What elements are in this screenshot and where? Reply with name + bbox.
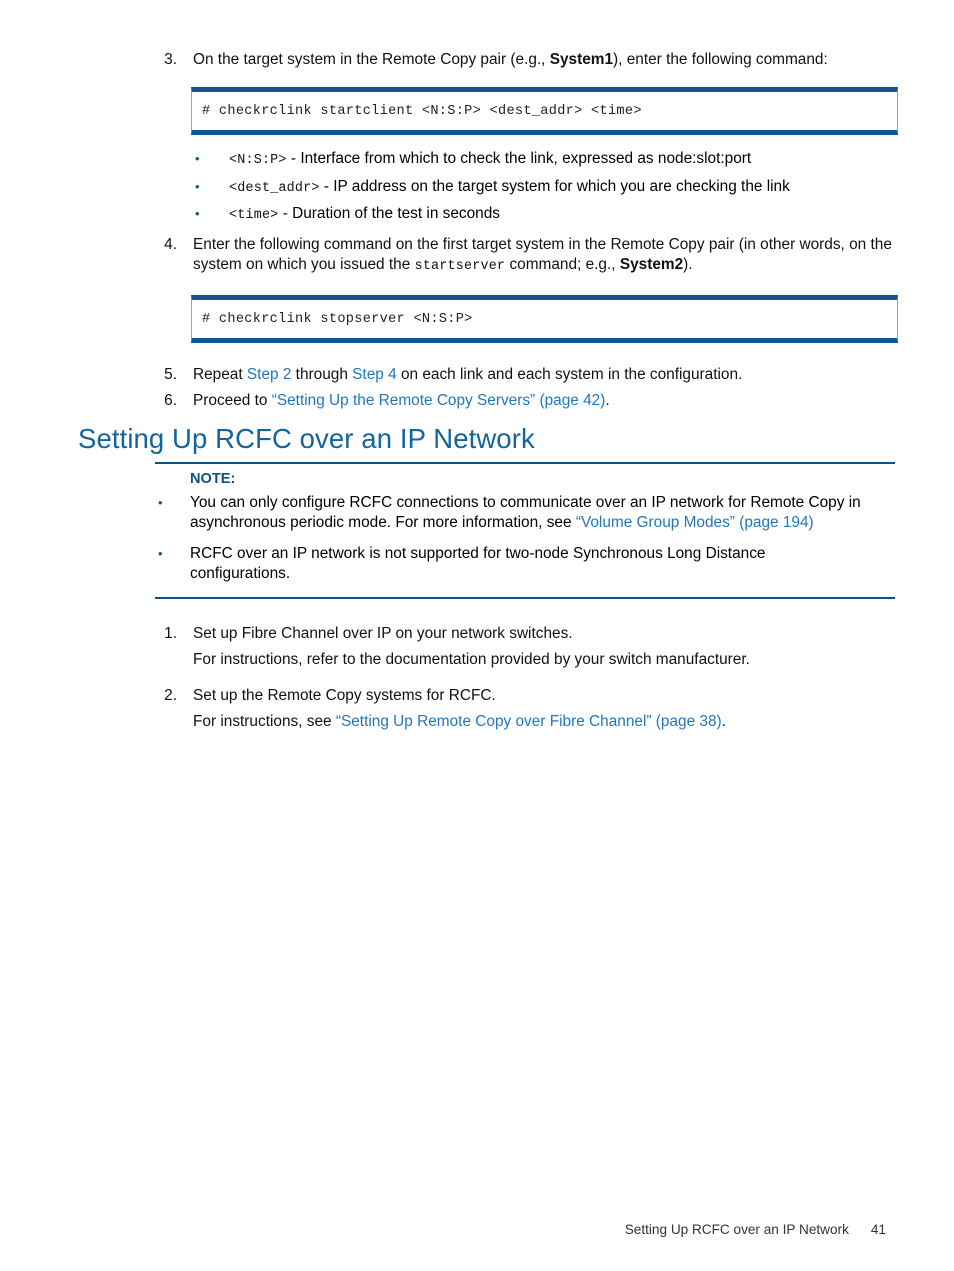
code-text: # checkrclink stopserver <N:S:P> bbox=[202, 312, 473, 328]
parameter-desc: - Interface from which to check the link… bbox=[286, 150, 752, 168]
parameter-bullet-list: <N:S:P> - Interface from which to check … bbox=[191, 149, 900, 224]
code-block-stopserver: # checkrclink stopserver <N:S:P> bbox=[191, 295, 898, 344]
bullet-icon bbox=[155, 493, 190, 513]
step3-text-after: ), enter the following command: bbox=[613, 51, 828, 68]
step-text: Repeat Step 2 through Step 4 on each lin… bbox=[193, 365, 900, 385]
step-text: On the target system in the Remote Copy … bbox=[193, 50, 900, 70]
step-item-6: 6. Proceed to “Setting Up the Remote Cop… bbox=[155, 391, 900, 411]
step4-line2-mid: command; e.g., bbox=[505, 256, 620, 274]
step-text: Set up the Remote Copy systems for RCFC. bbox=[193, 686, 496, 704]
note-bullet-text: RCFC over an IP network is not supported… bbox=[190, 544, 895, 585]
bullet-icon bbox=[191, 149, 229, 169]
parameter-token: <time> bbox=[229, 208, 279, 224]
step6-post: . bbox=[605, 391, 610, 409]
step-number: 4. bbox=[164, 235, 177, 253]
bullet-icon bbox=[155, 544, 190, 564]
step4-line2-after: ). bbox=[683, 256, 693, 274]
step-number: 1. bbox=[164, 625, 177, 642]
page-footer: Setting Up RCFC over an IP Network 41 bbox=[0, 1222, 954, 1237]
step5-post: on each link and each system in the conf… bbox=[396, 366, 743, 384]
note-bullet-list: You can only configure RCFC connections … bbox=[155, 493, 895, 585]
step-number: 5. bbox=[164, 366, 177, 384]
link-step-4[interactable]: Step 4 bbox=[352, 366, 397, 383]
step3-text-before: On the target system in the Remote Copy … bbox=[193, 51, 550, 68]
lower-step-item-1: 1. Set up Fibre Channel over IP on your … bbox=[155, 624, 900, 683]
lower-step-item-2: 2. Set up the Remote Copy systems for RC… bbox=[155, 686, 900, 745]
step4-system-name: System2 bbox=[619, 256, 684, 274]
bullet-icon bbox=[191, 204, 229, 224]
list-item: You can only configure RCFC connections … bbox=[155, 493, 895, 534]
list-item: RCFC over an IP network is not supported… bbox=[155, 544, 895, 585]
parameter-desc: - Duration of the test in seconds bbox=[278, 205, 500, 223]
step3-system-name: System1 bbox=[549, 51, 614, 68]
sub-post: . bbox=[721, 713, 726, 731]
step5-pre: Repeat bbox=[193, 366, 247, 384]
step-number: 6. bbox=[164, 391, 177, 409]
parameter-token: <N:S:P> bbox=[229, 153, 287, 169]
code-block-startclient: # checkrclink startclient <N:S:P> <dest_… bbox=[191, 87, 898, 136]
sub-pre: For instructions, see bbox=[193, 713, 336, 731]
step-text: Set up Fibre Channel over IP on your net… bbox=[193, 625, 573, 642]
list-item: <N:S:P> - Interface from which to check … bbox=[191, 149, 900, 169]
list-item: <time> - Duration of the test in seconds bbox=[191, 204, 900, 224]
step-text: Enter the following command on the first… bbox=[193, 235, 900, 276]
step-number: 3. bbox=[164, 51, 177, 68]
lower-content-block: 1. Set up Fibre Channel over IP on your … bbox=[155, 624, 900, 748]
step6-pre: Proceed to bbox=[193, 391, 272, 409]
note-label: NOTE: bbox=[190, 471, 236, 487]
step4-command-token: startserver bbox=[414, 259, 506, 275]
parameter-desc: - IP address on the target system for wh… bbox=[319, 177, 790, 195]
step-body: Set up the Remote Copy systems for RCFC.… bbox=[193, 686, 900, 745]
step-text: Proceed to “Setting Up the Remote Copy S… bbox=[193, 391, 900, 411]
step-subparagraph: For instructions, see “Setting Up Remote… bbox=[193, 712, 900, 732]
parameter-line: <dest_addr> - IP address on the target s… bbox=[229, 177, 900, 197]
note-bullet-text: You can only configure RCFC connections … bbox=[190, 493, 895, 534]
step-item-4: 4. Enter the following command on the fi… bbox=[155, 235, 900, 276]
parameter-line: <time> - Duration of the test in seconds bbox=[229, 204, 900, 224]
step-item-3: 3. On the target system in the Remote Co… bbox=[155, 50, 900, 70]
list-item: <dest_addr> - IP address on the target s… bbox=[191, 177, 900, 197]
step5-mid: through bbox=[291, 366, 353, 384]
bullet-icon bbox=[191, 177, 229, 197]
link-setting-up-remote-copy-over-fibre-channel[interactable]: “Setting Up Remote Copy over Fibre Chann… bbox=[336, 713, 722, 730]
footer-page-number: 41 bbox=[870, 1222, 886, 1237]
footer-title: Setting Up RCFC over an IP Network bbox=[624, 1222, 849, 1237]
page-title: Setting Up RCFC over an IP Network bbox=[78, 423, 535, 454]
link-volume-group-modes[interactable]: “Volume Group Modes” (page 194) bbox=[576, 514, 814, 531]
step-body: Set up Fibre Channel over IP on your net… bbox=[193, 624, 900, 683]
code-text: # checkrclink startclient <N:S:P> <dest_… bbox=[202, 104, 642, 120]
step-subparagraph: For instructions, refer to the documenta… bbox=[193, 650, 900, 670]
sub-pre: For instructions, refer to the documenta… bbox=[193, 651, 750, 669]
document-page: 3. On the target system in the Remote Co… bbox=[0, 0, 954, 1271]
note-bullet-2-text: RCFC over an IP network is not supported… bbox=[190, 544, 766, 583]
step-item-5: 5. Repeat Step 2 through Step 4 on each … bbox=[155, 365, 900, 385]
link-setting-up-remote-copy-servers[interactable]: “Setting Up the Remote Copy Servers” (pa… bbox=[272, 392, 606, 409]
parameter-token: <dest_addr> bbox=[229, 180, 320, 196]
step-number: 2. bbox=[164, 686, 177, 704]
parameter-line: <N:S:P> - Interface from which to check … bbox=[229, 149, 900, 169]
step4-line1: Enter the following command on the first… bbox=[193, 235, 845, 253]
note-admonition: NOTE: You can only configure RCFC connec… bbox=[155, 462, 895, 599]
link-step-2[interactable]: Step 2 bbox=[247, 366, 292, 383]
upper-content-block: 3. On the target system in the Remote Co… bbox=[155, 50, 900, 411]
